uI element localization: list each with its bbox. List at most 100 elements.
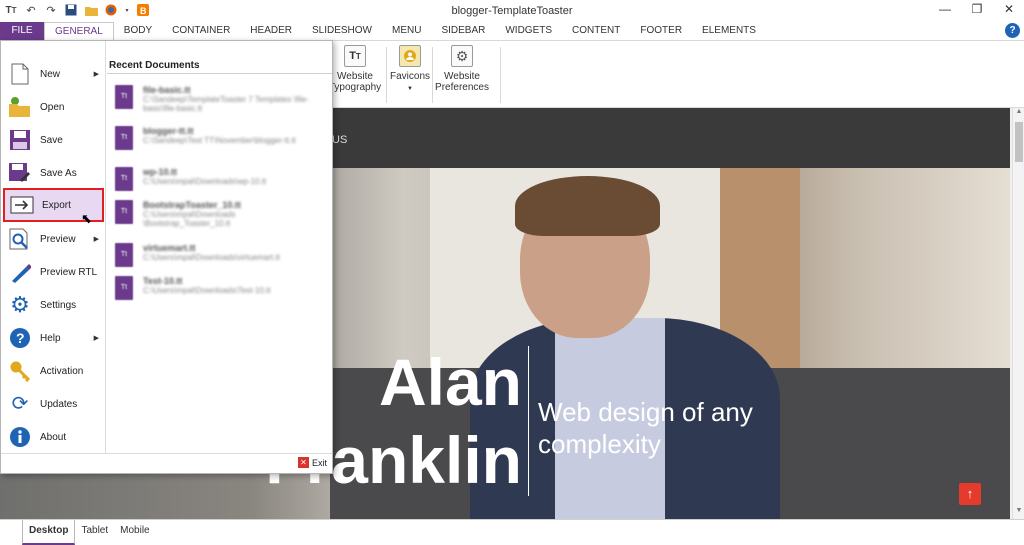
website-preferences-label: Website Preferences — [435, 71, 489, 93]
tab-container[interactable]: CONTAINER — [162, 22, 240, 40]
recent-document-path: C:\Users\mpal\Downloads \Bootstrap_Toast… — [143, 210, 236, 228]
scroll-up-arrow-icon[interactable]: ▲ — [1013, 108, 1024, 120]
recent-divider — [107, 73, 332, 74]
save-icon — [7, 127, 33, 153]
menu-item-preview[interactable]: Preview ▶ — [3, 224, 104, 254]
arrow-up-icon: ↑ — [966, 486, 974, 501]
tab-general[interactable]: GENERAL — [44, 22, 114, 40]
tab-header[interactable]: HEADER — [240, 22, 302, 40]
recent-document-name: virtuemart.tt — [143, 243, 196, 253]
recent-document-item[interactable]: Tt BootstrapToaster_10.tt C:\Users\mpal\… — [115, 198, 325, 234]
tab-menu[interactable]: MENU — [382, 22, 431, 40]
restore-icon[interactable]: ❐ — [970, 2, 984, 16]
recent-document-item[interactable]: Tt wp-10.tt C:\Users\mpal\Downloads\wp-1… — [115, 165, 325, 201]
close-icon[interactable]: ✕ — [1002, 2, 1016, 16]
tab-content[interactable]: CONTENT — [562, 22, 630, 40]
website-preferences-button[interactable]: ⚙ Website Preferences — [435, 45, 489, 93]
favicons-button[interactable]: Favicons ▼ — [390, 45, 431, 95]
recent-document-item[interactable]: Tt Test-10.tt C:\Users\mpal\Downloads\Te… — [115, 274, 325, 310]
vertical-scrollbar[interactable]: ▲ ▼ — [1012, 108, 1024, 519]
exit-label: Exit — [311, 457, 327, 468]
chevron-down-icon: ▼ — [407, 86, 413, 92]
menu-item-label: New — [40, 68, 61, 80]
tt-file-icon: Tt — [115, 126, 133, 150]
tt-file-icon: Tt — [115, 200, 133, 224]
tt-file-icon: Tt — [115, 276, 133, 300]
recent-document-name: Test-10.tt — [143, 276, 183, 286]
scroll-to-top-button[interactable]: ↑ — [959, 483, 981, 505]
nav-item-us[interactable]: US — [332, 134, 347, 146]
file-menu-commands: New ▶ Open Save Save As Export Preview ▶… — [1, 41, 106, 453]
help-icon: ? — [7, 325, 33, 351]
recent-document-name: blogger-tt.tt — [143, 126, 194, 136]
menu-item-updates[interactable]: ⟳ Updates — [3, 389, 104, 419]
recent-document-item[interactable]: Tt virtuemart.tt C:\Users\mpal\Downloads… — [115, 241, 325, 277]
menu-item-label: Save — [40, 134, 63, 146]
ribbon-separator — [500, 47, 501, 103]
website-typography-label: Website Typography — [328, 71, 382, 93]
new-document-icon — [7, 61, 33, 87]
recent-document-path: C:\Users\mpal\Downloads\virtuemart.tt — [143, 253, 280, 262]
menu-item-settings[interactable]: ⚙ Settings — [3, 290, 104, 320]
device-tabs: Desktop Tablet Mobile — [0, 519, 1024, 545]
open-folder-icon — [7, 94, 33, 120]
menu-item-label: Help — [40, 332, 61, 344]
recent-document-name: BootstrapToaster_10.tt — [143, 200, 241, 210]
recent-document-path: C:\Users\mpal\Downloads\Test-10.tt — [143, 286, 271, 295]
menu-item-save[interactable]: Save — [3, 125, 104, 155]
recent-document-item[interactable]: Tt blogger-tt.tt C:\Sandeep\Test TT\Nove… — [115, 124, 325, 160]
ribbon-separator — [386, 47, 387, 103]
gear-icon: ⚙ — [451, 45, 473, 67]
tab-tablet[interactable]: Tablet — [75, 520, 114, 545]
window-controls: — ❐ ✕ — [938, 2, 1016, 16]
menu-item-label: Updates — [40, 398, 78, 410]
hero-subtitle: Web design of any complexity — [538, 397, 753, 459]
menu-item-help[interactable]: ? Help ▶ — [3, 323, 104, 353]
website-typography-button[interactable]: TT Website Typography — [328, 45, 382, 93]
menu-item-label: Save As — [40, 167, 77, 179]
exit-button[interactable]: ✕ Exit — [297, 457, 327, 468]
svg-text:?: ? — [16, 330, 25, 346]
hero-person-hair — [515, 176, 660, 236]
menu-item-new[interactable]: New ▶ — [3, 59, 104, 89]
menu-item-label: Activation — [40, 365, 84, 377]
mouse-cursor-icon: ⬉ — [81, 211, 92, 226]
close-icon: ✕ — [297, 457, 309, 468]
recent-document-name: wp-10.tt — [143, 167, 178, 177]
tab-mobile[interactable]: Mobile — [114, 520, 155, 545]
tab-desktop[interactable]: Desktop — [22, 520, 76, 545]
typography-icon: TT — [344, 45, 366, 67]
key-icon — [7, 358, 33, 384]
menu-item-open[interactable]: Open — [3, 92, 104, 122]
tab-file[interactable]: FILE — [0, 22, 44, 40]
recent-document-item[interactable]: Tt file-basic.tt C:\Sandeep\TemplateToas… — [115, 83, 325, 119]
menu-item-preview-rtl[interactable]: Preview RTL — [3, 257, 104, 287]
minimize-icon[interactable]: — — [938, 2, 952, 16]
recent-documents-panel: Recent Documents Tt file-basic.tt C:\San… — [107, 41, 332, 453]
tab-body[interactable]: BODY — [114, 22, 162, 40]
tt-file-icon: Tt — [115, 243, 133, 267]
file-menu: New ▶ Open Save Save As Export Preview ▶… — [0, 40, 333, 474]
menu-item-label: Preview RTL — [40, 266, 98, 278]
menu-item-label: Open — [40, 101, 65, 113]
tab-footer[interactable]: FOOTER — [630, 22, 692, 40]
scrollbar-thumb[interactable] — [1015, 122, 1023, 162]
scroll-down-arrow-icon[interactable]: ▼ — [1013, 507, 1024, 519]
recent-document-path: C:\Sandeep\TemplateToaster 7 Templates \… — [143, 95, 309, 113]
tab-elements[interactable]: ELEMENTS — [692, 22, 766, 40]
favicons-label: Favicons — [390, 71, 431, 82]
menu-item-about[interactable]: About — [3, 422, 104, 452]
tt-file-icon: Tt — [115, 167, 133, 191]
updates-icon: ⟳ — [11, 393, 29, 415]
menu-item-save-as[interactable]: Save As — [3, 158, 104, 188]
preview-icon — [7, 226, 33, 252]
tab-widgets[interactable]: WIDGETS — [495, 22, 562, 40]
tab-slideshow[interactable]: SLIDESHOW — [302, 22, 382, 40]
tab-sidebar[interactable]: SIDEBAR — [431, 22, 495, 40]
menu-item-activation[interactable]: Activation — [3, 356, 104, 386]
recent-documents-title: Recent Documents — [109, 60, 200, 71]
menu-item-label: Settings — [40, 299, 77, 311]
recent-document-path: C:\Sandeep\Test TT\November\blogger-tt.t… — [143, 136, 296, 145]
title-bar: TT ↶ ↷ ▾ B blogger-TemplateToaster — ❐ ✕ — [0, 0, 1024, 22]
help-icon[interactable]: ? — [1005, 23, 1020, 38]
